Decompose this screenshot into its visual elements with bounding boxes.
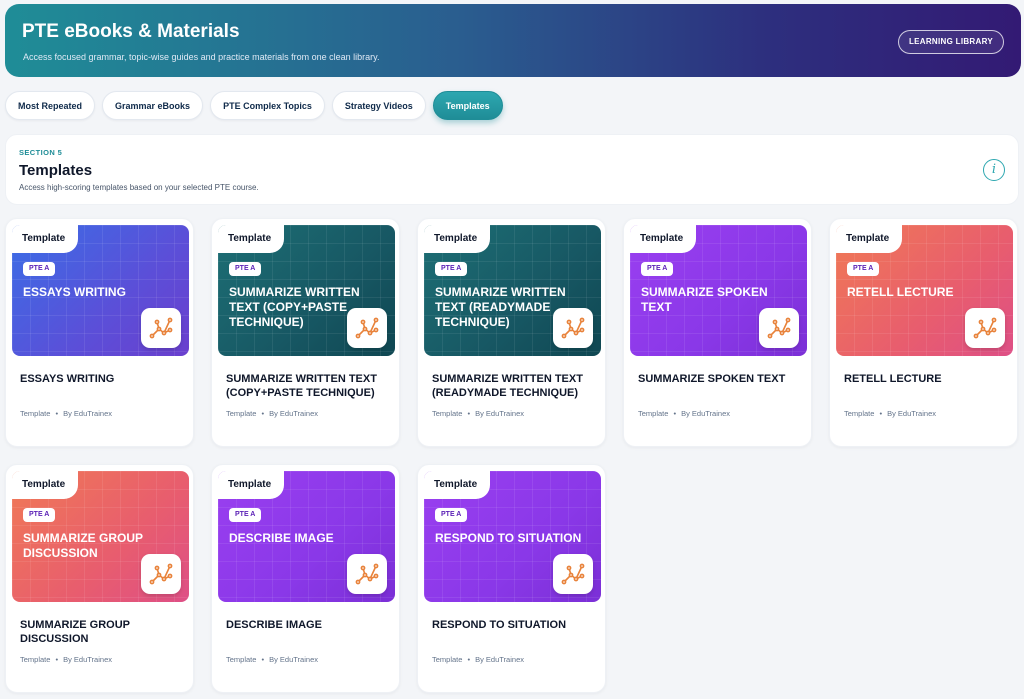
meta-type: Template <box>844 409 875 418</box>
template-logo-icon <box>347 308 387 348</box>
template-card[interactable]: Template PTE A SUMMARIZE WRITTEN TEXT (R… <box>417 218 606 447</box>
meta-dot: • <box>467 655 471 664</box>
section-description: Access high-scoring templates based on y… <box>19 183 259 192</box>
page-title: PTE eBooks & Materials <box>22 21 240 42</box>
card-banner: Template PTE A DESCRIBE IMAGE <box>218 471 395 602</box>
template-card[interactable]: Template PTE A SUMMARIZE SPOKEN TEXT SUM… <box>623 218 812 447</box>
meta-dot: • <box>55 409 59 418</box>
meta-type: Template <box>638 409 669 418</box>
page-header: PTE eBooks & Materials Access focused gr… <box>5 4 1021 77</box>
tab-strategy-videos[interactable]: Strategy Videos <box>331 91 426 120</box>
section-kicker: SECTION 5 <box>19 148 63 157</box>
card-meta: Template • By EduTrainex <box>432 409 524 418</box>
meta-author: By EduTrainex <box>475 409 524 418</box>
template-card[interactable]: Template PTE A RESPOND TO SITUATION RESP… <box>417 464 606 693</box>
template-tag: Template <box>218 225 285 253</box>
section-header: SECTION 5 Templates Access high-scoring … <box>5 134 1019 205</box>
info-icon[interactable]: i <box>983 159 1005 181</box>
banner-title: DESCRIBE IMAGE <box>229 531 334 545</box>
course-badge: PTE A <box>229 262 262 276</box>
tab-most-repeated[interactable]: Most Repeated <box>5 91 96 120</box>
meta-author: By EduTrainex <box>681 409 730 418</box>
tab-templates[interactable]: Templates <box>432 91 503 120</box>
card-title: SUMMARIZE WRITTEN TEXT (COPY+PASTE TECHN… <box>226 373 377 399</box>
meta-dot: • <box>879 409 883 418</box>
banner-title: RETELL LECTURE <box>847 285 954 299</box>
meta-type: Template <box>20 655 51 664</box>
template-card[interactable]: Template PTE A RETELL LECTURE RETELL LEC… <box>829 218 1018 447</box>
tab-grammar-ebooks[interactable]: Grammar eBooks <box>102 91 204 120</box>
meta-type: Template <box>226 409 257 418</box>
meta-dot: • <box>261 655 265 664</box>
meta-author: By EduTrainex <box>269 655 318 664</box>
card-meta: Template • By EduTrainex <box>20 409 112 418</box>
meta-author: By EduTrainex <box>63 655 112 664</box>
card-banner: Template PTE A ESSAYS WRITING <box>12 225 189 356</box>
card-meta: Template • By EduTrainex <box>638 409 730 418</box>
card-title: DESCRIBE IMAGE <box>226 619 322 631</box>
template-tag: Template <box>12 225 79 253</box>
card-meta: Template • By EduTrainex <box>432 655 524 664</box>
meta-dot: • <box>673 409 677 418</box>
template-tag: Template <box>424 471 491 499</box>
template-logo-icon <box>141 554 181 594</box>
meta-type: Template <box>432 655 463 664</box>
template-card[interactable]: Template PTE A ESSAYS WRITING ESSAYS WRI… <box>5 218 194 447</box>
template-tag: Template <box>630 225 697 253</box>
meta-author: By EduTrainex <box>269 409 318 418</box>
card-banner: Template PTE A SUMMARIZE WRITTEN TEXT (C… <box>218 225 395 356</box>
meta-author: By EduTrainex <box>887 409 936 418</box>
template-logo-icon <box>759 308 799 348</box>
card-banner: Template PTE A RETELL LECTURE <box>836 225 1013 356</box>
course-badge: PTE A <box>229 508 262 522</box>
learning-library-button[interactable]: LEARNING LIBRARY <box>897 30 1004 54</box>
course-badge: PTE A <box>847 262 880 276</box>
card-title: ESSAYS WRITING <box>20 373 115 385</box>
template-tag: Template <box>836 225 903 253</box>
card-banner: Template PTE A RESPOND TO SITUATION <box>424 471 601 602</box>
card-banner: Template PTE A SUMMARIZE GROUP DISCUSSIO… <box>12 471 189 602</box>
course-badge: PTE A <box>23 262 56 276</box>
card-meta: Template • By EduTrainex <box>226 655 318 664</box>
meta-type: Template <box>20 409 51 418</box>
template-tag: Template <box>12 471 79 499</box>
card-title: RESPOND TO SITUATION <box>432 619 567 631</box>
template-logo-icon <box>553 308 593 348</box>
meta-author: By EduTrainex <box>475 655 524 664</box>
template-tag: Template <box>424 225 491 253</box>
template-card[interactable]: Template PTE A SUMMARIZE WRITTEN TEXT (C… <box>211 218 400 447</box>
banner-title: RESPOND TO SITUATION <box>435 531 582 545</box>
meta-type: Template <box>226 655 257 664</box>
card-banner: Template PTE A SUMMARIZE WRITTEN TEXT (R… <box>424 225 601 356</box>
meta-author: By EduTrainex <box>63 409 112 418</box>
meta-dot: • <box>261 409 265 418</box>
meta-dot: • <box>467 409 471 418</box>
template-card[interactable]: Template PTE A SUMMARIZE GROUP DISCUSSIO… <box>5 464 194 693</box>
course-badge: PTE A <box>435 262 468 276</box>
card-title: SUMMARIZE GROUP DISCUSSION <box>20 619 130 645</box>
template-tag: Template <box>218 471 285 499</box>
card-title: RETELL LECTURE <box>844 373 942 385</box>
card-meta: Template • By EduTrainex <box>226 409 318 418</box>
template-card[interactable]: Template PTE A DESCRIBE IMAGE DESCRIBE I… <box>211 464 400 693</box>
category-tabs: Most Repeated Grammar eBooks PTE Complex… <box>5 91 503 120</box>
card-title: SUMMARIZE WRITTEN TEXT (READYMADE TECHNI… <box>432 373 583 399</box>
template-logo-icon <box>141 308 181 348</box>
course-badge: PTE A <box>23 508 56 522</box>
tab-pte-complex-topics[interactable]: PTE Complex Topics <box>210 91 325 120</box>
card-banner: Template PTE A SUMMARIZE SPOKEN TEXT <box>630 225 807 356</box>
template-logo-icon <box>965 308 1005 348</box>
card-meta: Template • By EduTrainex <box>844 409 936 418</box>
template-logo-icon <box>553 554 593 594</box>
card-meta: Template • By EduTrainex <box>20 655 112 664</box>
page-subtitle: Access focused grammar, topic-wise guide… <box>23 52 380 62</box>
meta-dot: • <box>55 655 59 664</box>
card-title: SUMMARIZE SPOKEN TEXT <box>638 373 786 385</box>
section-title: Templates <box>19 162 93 179</box>
meta-type: Template <box>432 409 463 418</box>
course-badge: PTE A <box>641 262 674 276</box>
template-logo-icon <box>347 554 387 594</box>
course-badge: PTE A <box>435 508 468 522</box>
banner-title: ESSAYS WRITING <box>23 285 126 299</box>
